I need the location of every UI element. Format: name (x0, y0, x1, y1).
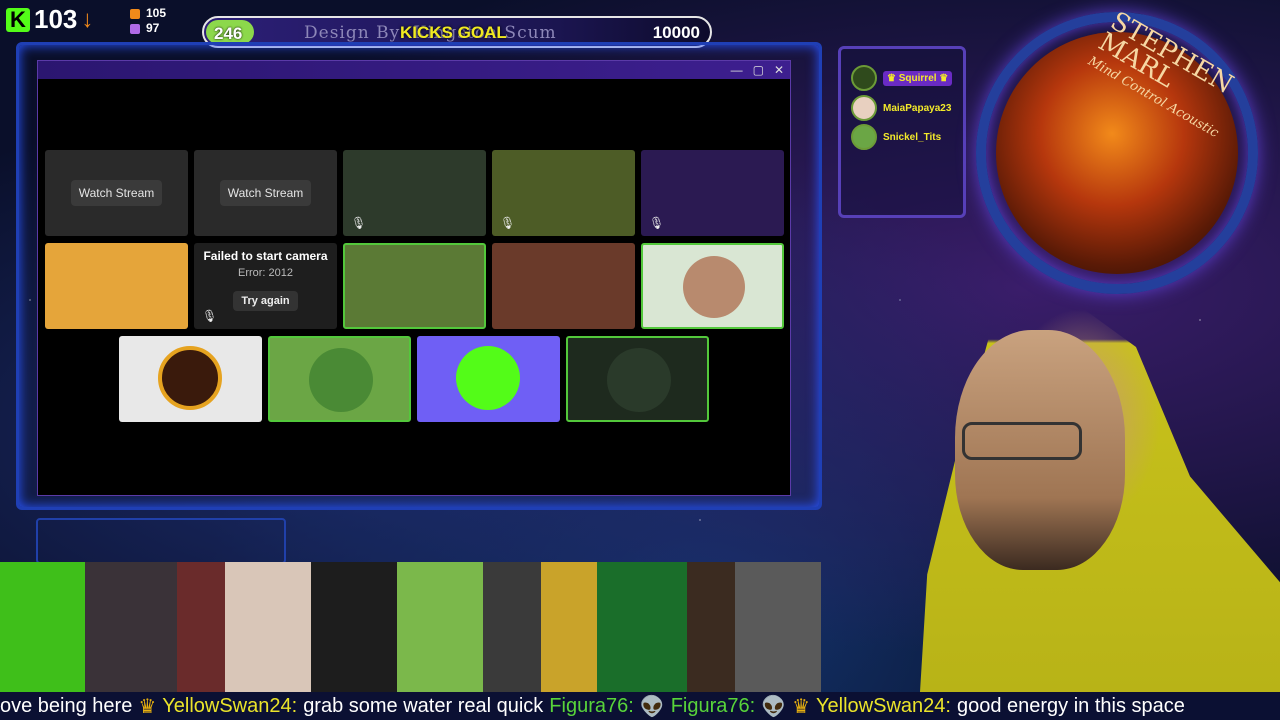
viewer-avatar (483, 562, 541, 692)
avatar (456, 346, 520, 410)
avatar (851, 124, 877, 150)
participant-entry: ♛ Squirrel ♛ (851, 65, 953, 91)
chat-username: YellowSwan24: (816, 694, 951, 717)
viewer-avatar (0, 562, 85, 692)
viewer-avatar (397, 562, 483, 692)
avatar (158, 346, 222, 410)
viewer-avatar (735, 562, 821, 692)
maximize-icon[interactable]: ▢ (753, 63, 764, 77)
overlay-frame-lower (36, 518, 286, 564)
participant-avatar-tile[interactable] (641, 243, 784, 329)
participant-video-tile[interactable] (45, 243, 188, 329)
arrow-down-icon: ↓ (81, 5, 94, 33)
chat-message: 👽 (639, 695, 665, 718)
participant-avatar-tile[interactable] (566, 336, 709, 422)
watch-stream-button[interactable]: Watch Stream (70, 180, 163, 206)
bar-chart-icon (130, 23, 140, 34)
participant-video-tile[interactable]: 🎙 (492, 150, 635, 236)
viewer-avatar (85, 562, 177, 692)
viewer-avatar (541, 562, 597, 692)
viewer-avatar (177, 562, 225, 692)
glasses (962, 422, 1082, 460)
chat-message: good energy in this space (956, 694, 1185, 717)
stat-1: 105 (146, 6, 167, 20)
chat-message: grab some water real quick (303, 694, 544, 717)
participant-video-tile[interactable]: 🎙 (641, 150, 784, 236)
participant-name: MaiaPapaya23 (883, 102, 952, 114)
participant-entry: MaiaPapaya23 (851, 95, 951, 121)
error-code: Error: 2012 (237, 267, 294, 279)
kick-count-value: 103 (34, 4, 78, 34)
participant-avatar-tile[interactable] (417, 336, 560, 422)
close-icon[interactable]: ✕ (774, 63, 784, 77)
crown-icon: ♛ (138, 695, 157, 718)
try-again-button[interactable]: Try again (233, 291, 298, 311)
avatar (851, 65, 877, 91)
viewer-avatar-strip (0, 562, 822, 692)
crown-icon: ♛ (792, 695, 811, 718)
chat-username: YellowSwan24: (162, 694, 298, 717)
watch-stream-button[interactable]: Watch Stream (219, 180, 312, 206)
avatar (607, 348, 671, 412)
person-icon (130, 8, 140, 19)
avatar (309, 348, 373, 412)
participant-tile[interactable]: Watch Stream (45, 150, 188, 236)
chat-message: ove being here (0, 694, 133, 717)
goal-target-value: 10000 (652, 23, 700, 42)
avatar (851, 95, 877, 121)
voice-participants-panel: ♛ Squirrel ♛ MaiaPapaya23 Snickel_Tits (838, 46, 966, 218)
chat-username: Figura76: (670, 694, 756, 717)
error-title: Failed to start camera (203, 249, 328, 263)
window-titlebar[interactable]: — ▢ ✕ (38, 61, 790, 79)
participant-video-tile[interactable] (492, 243, 635, 329)
minimize-icon[interactable]: — (731, 63, 743, 77)
participant-entry: Snickel_Tits (851, 124, 941, 150)
muted-mic-icon: 🎙 (202, 309, 218, 323)
participant-tile[interactable]: Watch Stream (194, 150, 337, 236)
kick-follower-count: K 103 ↓ (6, 4, 93, 35)
participant-avatar-tile[interactable] (268, 336, 411, 422)
chat-message: 👽 (761, 695, 787, 718)
viewer-avatar (687, 562, 735, 692)
mini-stats: 105 97 (130, 6, 166, 36)
kick-logo-icon: K (6, 7, 30, 32)
camera-error-tile: Failed to start camera Error: 2012 Try a… (194, 243, 337, 329)
muted-mic-icon: 🎙 (500, 216, 516, 230)
participant-name: ♛ Squirrel ♛ (883, 70, 953, 86)
viewer-avatar (597, 562, 687, 692)
goal-current-value: 246 (214, 24, 243, 43)
stat-2: 97 (146, 21, 160, 35)
participant-video-tile[interactable]: 🎙 (343, 150, 486, 236)
viewer-avatar (311, 562, 397, 692)
chat-ticker: ove being here ♛ YellowSwan24: grab some wa… (0, 692, 1280, 720)
avatar (683, 256, 745, 318)
participant-video-tile[interactable] (343, 243, 486, 329)
participant-name: Snickel_Tits (883, 131, 942, 143)
muted-mic-icon: 🎙 (351, 216, 367, 230)
participant-avatar-tile[interactable] (119, 336, 262, 422)
viewer-avatar (225, 562, 311, 692)
goal-title: KICKS GOAL (400, 23, 507, 42)
chat-username: Figura76: (549, 694, 634, 717)
muted-mic-icon: 🎙 (649, 216, 665, 230)
video-call-window[interactable]: — ▢ ✕ Watch Stream Watch Stream 🎙 🎙 🎙 Fa… (37, 60, 791, 496)
